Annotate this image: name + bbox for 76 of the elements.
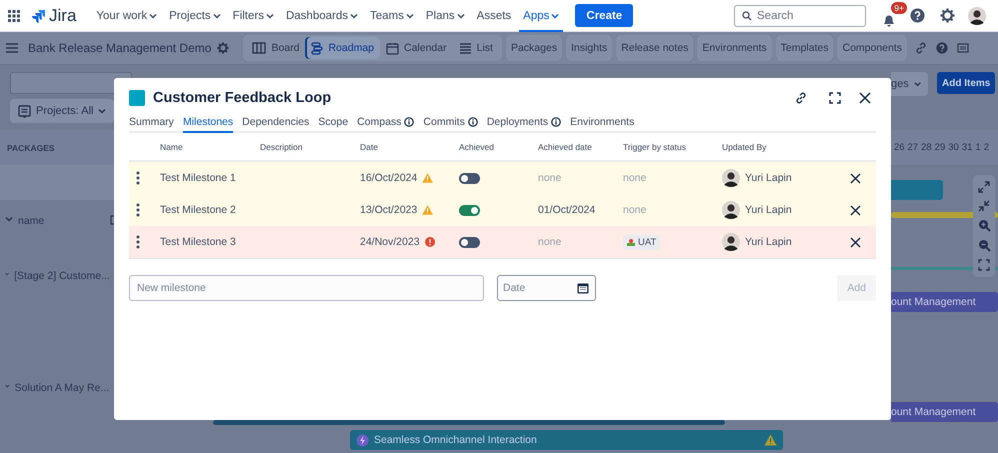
column-header: Name <box>160 142 184 152</box>
column-header: Trigger by status <box>623 142 687 152</box>
dialog-tab[interactable]: Milestones <box>182 116 234 133</box>
dialog-tab[interactable]: Scope <box>318 116 348 133</box>
date-field[interactable]: Date <box>497 275 596 301</box>
package-name[interactable]: [Stage 2] Custome... <box>14 270 110 282</box>
trigger-status: none <box>623 172 646 184</box>
projects-filter[interactable]: Projects: All <box>10 99 114 123</box>
product-name[interactable]: Jira <box>49 6 76 26</box>
view-tab[interactable]: Roadmap <box>305 37 380 59</box>
project-tab[interactable]: Templates <box>776 35 834 61</box>
column-header: Description <box>260 142 304 152</box>
notification-badge: 9+ <box>891 2 907 14</box>
bar-label: ount Management <box>891 406 976 418</box>
nav-menu-item[interactable]: Your work <box>92 0 162 32</box>
day-label: 1 <box>975 142 981 155</box>
day-label: 30 <box>948 142 959 155</box>
project-tab[interactable]: Release notes <box>616 35 694 61</box>
timeline-bar[interactable]: ount Management <box>891 292 998 312</box>
user-name: Yuri Lapin <box>745 236 792 248</box>
nav-menu-item[interactable]: Projects <box>165 0 225 32</box>
create-button[interactable]: Create <box>575 4 634 27</box>
dialog-tab[interactable]: Compass <box>357 116 414 133</box>
project-tab[interactable]: Components <box>837 35 908 61</box>
package-name[interactable]: name <box>18 215 44 227</box>
milestone-date: 16/Oct/2024 <box>360 172 418 184</box>
nav-menu-item[interactable]: Assets <box>472 0 516 32</box>
achieved-date: none <box>538 172 562 184</box>
project-tab[interactable]: Insights <box>566 35 612 61</box>
timeline-bar[interactable]: Seamless Omnichannel Interaction <box>350 430 783 450</box>
nav-menu-item[interactable]: Teams <box>366 0 418 32</box>
day-label: 26 <box>894 142 905 155</box>
bar-label: Seamless Omnichannel Interaction <box>374 434 537 446</box>
day-label: 2 <box>984 142 989 155</box>
day-label: 31 <box>962 142 972 155</box>
timeline-bar[interactable]: ount Management <box>891 402 998 422</box>
milestone-name-field[interactable]: New milestone <box>129 275 484 301</box>
add-items-button[interactable]: Add Items <box>937 72 996 94</box>
dialog-tab[interactable]: Commits <box>423 116 478 133</box>
project-tab[interactable]: Packages <box>506 35 562 61</box>
column-header: Achieved date <box>538 142 593 152</box>
nav-menu-item[interactable]: Filters <box>228 0 278 32</box>
dropdown[interactable]: ges <box>891 72 928 96</box>
column-header: Achieved <box>459 142 495 152</box>
day-label: 29 <box>934 142 946 155</box>
milestone-name: Test Milestone 1 <box>160 172 236 184</box>
trigger-status: none <box>623 204 646 216</box>
view-tab[interactable]: List <box>452 37 499 59</box>
bar-label: ount Management <box>891 296 976 308</box>
column-header: Updated By <box>722 142 768 152</box>
panel-heading: PACKAGES <box>7 143 55 155</box>
dialog-tab[interactable]: Environments <box>570 116 634 133</box>
package-name[interactable]: Solution A May Re... <box>14 382 110 394</box>
user-name: Yuri Lapin <box>745 172 792 184</box>
search-field[interactable]: Search <box>734 4 866 26</box>
milestone-name: Test Milestone 3 <box>160 236 236 248</box>
project-tab[interactable]: Environments <box>697 35 772 61</box>
nav-menu-item[interactable]: Plans <box>422 0 469 32</box>
day-label: 28 <box>921 142 932 155</box>
user-name: Yuri Lapin <box>745 204 792 216</box>
milestone-date: 13/Oct/2023 <box>360 204 418 216</box>
status-lozenge: UAT <box>623 234 660 250</box>
column-header: Date <box>360 142 379 152</box>
project-title: Bank Release Management Demo <box>28 41 212 55</box>
view-tab[interactable]: Board <box>246 37 306 59</box>
achieved-date: 01/Oct/2024 <box>538 204 596 216</box>
day-label: 27 <box>908 142 918 155</box>
achieved-date: none <box>538 236 562 248</box>
dialog-tab[interactable]: Summary <box>129 116 174 133</box>
nav-menu-item[interactable]: Dashboards <box>282 0 362 32</box>
dialog-tab[interactable]: Dependencies <box>242 116 310 133</box>
milestone-name: Test Milestone 2 <box>160 204 236 216</box>
milestone-date: 24/Nov/2023 <box>360 236 420 248</box>
view-tab[interactable]: Calendar <box>380 37 453 59</box>
dialog-tab[interactable]: Deployments <box>486 116 562 133</box>
dialog-title: Customer Feedback Loop <box>153 90 332 106</box>
